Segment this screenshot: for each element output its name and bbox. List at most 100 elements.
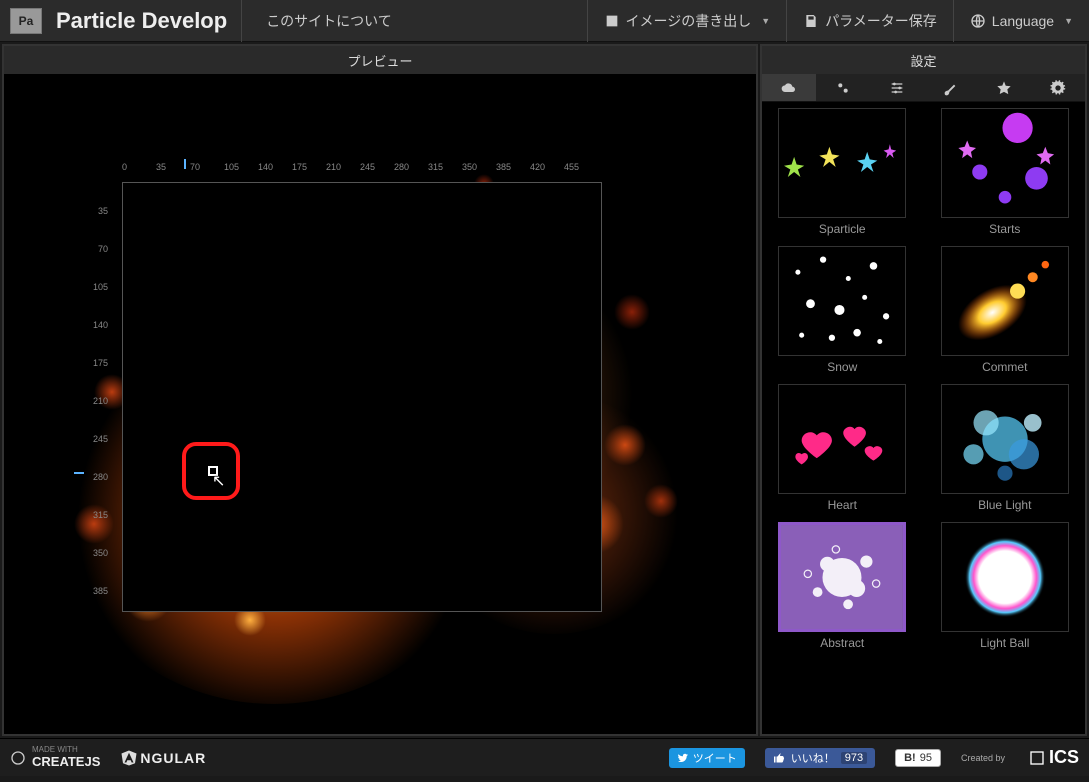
preset-thumb bbox=[778, 384, 906, 494]
v-tick: 280 bbox=[82, 472, 108, 482]
created-by-label: Created by bbox=[961, 753, 1005, 763]
preset-label: Light Ball bbox=[980, 636, 1029, 650]
emitter-handle[interactable] bbox=[182, 442, 240, 500]
emitter-center-icon bbox=[208, 466, 218, 476]
preset-label: Commet bbox=[982, 360, 1027, 374]
settings-title: 設定 bbox=[762, 46, 1085, 74]
preset-thumb bbox=[941, 246, 1069, 356]
preset-lightball[interactable]: Light Ball bbox=[929, 522, 1082, 650]
h-tick: 385 bbox=[496, 162, 511, 172]
like-count: 973 bbox=[841, 752, 867, 764]
h-tick: 350 bbox=[462, 162, 477, 172]
preset-grid[interactable]: Sparticle Starts Snow Commet HeartBlue Light… bbox=[762, 102, 1085, 734]
export-image-label: イメージの書き出し bbox=[626, 11, 752, 31]
horizontal-ruler: 03570105140175210245280315350385420455 bbox=[122, 162, 602, 180]
createjs-badge[interactable]: MADE WITH CREATEJS bbox=[10, 746, 100, 769]
app-logo: Pa bbox=[10, 8, 42, 34]
image-icon bbox=[604, 13, 620, 29]
footer: MADE WITH CREATEJS NGULAR ツイート いいね！ 973 … bbox=[0, 738, 1089, 776]
preset-snow[interactable]: Snow bbox=[766, 246, 919, 374]
like-label: いいね！ bbox=[791, 750, 835, 766]
v-tick: 350 bbox=[82, 548, 108, 558]
language-button[interactable]: Language ▼ bbox=[953, 0, 1089, 42]
h-tick: 0 bbox=[122, 162, 127, 172]
preview-title: プレビュー bbox=[4, 46, 756, 74]
settings-panel: 設定 Sparticle Starts Snow Commet HeartBlue Li… bbox=[760, 44, 1087, 736]
h-tick: 210 bbox=[326, 162, 341, 172]
cogs-icon bbox=[835, 80, 851, 96]
globe-icon bbox=[970, 13, 986, 29]
tab-canvas[interactable] bbox=[1031, 74, 1085, 101]
preset-label: Abstract bbox=[820, 636, 864, 650]
gear-icon bbox=[1050, 80, 1066, 96]
angular-label: NGULAR bbox=[140, 750, 206, 766]
preset-label: Sparticle bbox=[819, 222, 866, 236]
h-tick: 175 bbox=[292, 162, 307, 172]
madewith-label: MADE WITH bbox=[32, 746, 100, 754]
v-tick: 35 bbox=[82, 206, 108, 216]
brush-icon bbox=[942, 80, 958, 96]
h-tick: 455 bbox=[564, 162, 579, 172]
preset-thumb bbox=[778, 522, 906, 632]
h-tick: 140 bbox=[258, 162, 273, 172]
tab-params[interactable] bbox=[870, 74, 924, 101]
save-icon bbox=[803, 13, 819, 29]
save-params-label: パラメーター保存 bbox=[825, 11, 937, 31]
canvas-outline bbox=[122, 182, 602, 612]
cloud-icon bbox=[781, 80, 797, 96]
ics-brand[interactable]: ICS bbox=[1029, 747, 1079, 768]
h-tick: 315 bbox=[428, 162, 443, 172]
preset-thumb bbox=[941, 108, 1069, 218]
language-label: Language bbox=[992, 13, 1054, 29]
save-params-button[interactable]: パラメーター保存 bbox=[786, 0, 953, 42]
tab-templates[interactable] bbox=[762, 74, 816, 101]
export-image-button[interactable]: イメージの書き出し ▼ bbox=[587, 0, 787, 42]
angular-badge[interactable]: NGULAR bbox=[120, 749, 206, 767]
twitter-icon bbox=[677, 752, 689, 764]
v-tick: 315 bbox=[82, 510, 108, 520]
tweet-label: ツイート bbox=[693, 750, 737, 766]
hatena-icon: B! bbox=[904, 752, 916, 764]
chevron-down-icon: ▼ bbox=[761, 16, 770, 26]
about-button[interactable]: このサイトについて bbox=[256, 0, 402, 42]
v-tick: 140 bbox=[82, 320, 108, 330]
preview-panel: プレビュー bbox=[2, 44, 758, 736]
sliders-icon bbox=[889, 80, 905, 96]
tab-shape[interactable] bbox=[977, 74, 1031, 101]
angular-icon bbox=[120, 749, 138, 767]
preset-heart[interactable]: Heart bbox=[766, 384, 919, 512]
ics-label: ICS bbox=[1049, 747, 1079, 768]
tweet-button[interactable]: ツイート bbox=[669, 748, 745, 768]
preset-bluelight[interactable]: Blue Light bbox=[929, 384, 1082, 512]
v-tick: 385 bbox=[82, 586, 108, 596]
preset-abstract[interactable]: Abstract bbox=[766, 522, 919, 650]
preset-commet[interactable]: Commet bbox=[929, 246, 1082, 374]
preset-thumb bbox=[778, 246, 906, 356]
preset-thumb bbox=[778, 108, 906, 218]
preset-thumb bbox=[941, 522, 1069, 632]
hatena-button[interactable]: B! 95 bbox=[895, 749, 941, 767]
like-button[interactable]: いいね！ 973 bbox=[765, 748, 875, 768]
ics-icon bbox=[1029, 750, 1045, 766]
preview-canvas-area[interactable]: 03570105140175210245280315350385420455 3… bbox=[4, 74, 756, 734]
preset-starts[interactable]: Starts bbox=[929, 108, 1082, 236]
createjs-icon bbox=[10, 750, 26, 766]
preset-label: Starts bbox=[989, 222, 1020, 236]
vertical-ruler: 3570105140175210245280315350385 bbox=[82, 206, 112, 636]
star-icon bbox=[996, 80, 1012, 96]
preset-sparticle[interactable]: Sparticle bbox=[766, 108, 919, 236]
tab-color[interactable] bbox=[923, 74, 977, 101]
chevron-down-icon: ▼ bbox=[1064, 16, 1073, 26]
h-tick: 420 bbox=[530, 162, 545, 172]
preset-label: Snow bbox=[827, 360, 857, 374]
thumbs-up-icon bbox=[773, 752, 785, 764]
h-tick: 280 bbox=[394, 162, 409, 172]
h-tick: 245 bbox=[360, 162, 375, 172]
hatena-count: 95 bbox=[920, 752, 932, 764]
v-tick: 210 bbox=[82, 396, 108, 406]
createjs-label: CREATEJS bbox=[32, 754, 100, 769]
v-tick: 245 bbox=[82, 434, 108, 444]
h-tick: 105 bbox=[224, 162, 239, 172]
header: Pa Particle Develop このサイトについて イメージの書き出し … bbox=[0, 0, 1089, 42]
tab-emitter[interactable] bbox=[816, 74, 870, 101]
